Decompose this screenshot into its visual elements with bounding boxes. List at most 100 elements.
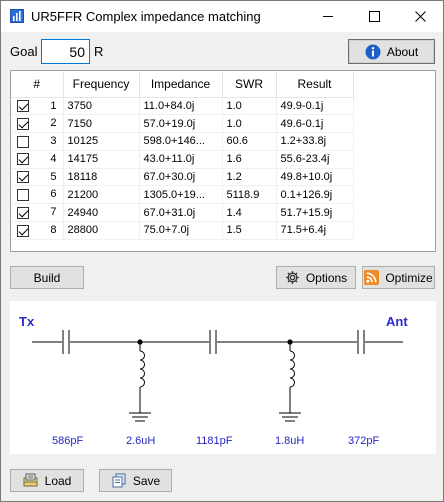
cell-swr[interactable]: 60.6 — [222, 132, 277, 151]
save-button[interactable]: Save — [99, 469, 172, 492]
row-checkbox[interactable] — [17, 188, 29, 201]
row-number: 7 — [50, 206, 57, 219]
goal-input[interactable] — [41, 39, 90, 64]
window-title: UR5FFR Complex impedance matching — [31, 9, 261, 24]
cell-impedance[interactable]: 43.0+11.0j — [139, 150, 223, 169]
cell-frequency[interactable]: 10125 — [63, 132, 140, 151]
cell-result[interactable]: 49.6-0.1j — [276, 114, 354, 134]
optimize-button[interactable]: Optimize — [362, 266, 435, 289]
cell-impedance[interactable]: 57.0+19.0j — [139, 114, 223, 134]
row-checkbox[interactable] — [17, 206, 29, 219]
cell-impedance[interactable]: 11.0+84.0j — [139, 97, 223, 116]
cell-swr[interactable]: 5118.9 — [222, 185, 277, 205]
cell-result[interactable]: 1.2+33.8j — [276, 132, 354, 151]
load-icon — [23, 473, 38, 487]
load-button[interactable]: Load — [10, 469, 84, 492]
row-checkbox-cell: 8 — [11, 221, 64, 240]
optimize-label: Optimize — [385, 270, 433, 285]
table-row[interactable]: 5 18118 67.0+30.0j 1.2 49.8+10.0j — [11, 168, 354, 187]
cell-impedance[interactable]: 75.0+7.0j — [139, 221, 223, 240]
minimize-icon — [322, 16, 333, 17]
cell-result[interactable]: 0.1+126.9j — [276, 185, 354, 205]
cell-swr[interactable]: 1.2 — [222, 168, 277, 187]
title-bar[interactable]: UR5FFR Complex impedance matching — [1, 1, 443, 32]
cell-result[interactable]: 51.7+15.9j — [276, 203, 354, 223]
table-row[interactable]: 7 24940 67.0+31.0j 1.4 51.7+15.9j — [11, 203, 354, 223]
goal-unit-label: R — [94, 44, 104, 59]
column-header-frequency[interactable]: Frequency — [63, 72, 140, 98]
inductor-1-value: 2.6uH — [126, 435, 156, 447]
cell-swr[interactable]: 1.0 — [222, 97, 277, 116]
cell-swr[interactable]: 1.5 — [222, 221, 277, 240]
row-number: 3 — [50, 135, 57, 148]
row-number: 2 — [50, 117, 57, 130]
cell-result[interactable]: 49.9-0.1j — [276, 97, 354, 116]
cell-swr[interactable]: 1.0 — [222, 114, 277, 134]
capacitor-2-value: 1181pF — [196, 435, 233, 447]
close-icon — [414, 11, 426, 22]
column-header-result[interactable]: Result — [276, 72, 354, 98]
cell-frequency[interactable]: 28800 — [63, 221, 140, 240]
row-checkbox-cell: 1 — [11, 97, 64, 116]
cell-frequency[interactable]: 18118 — [63, 168, 140, 187]
cell-impedance[interactable]: 598.0+146... — [139, 132, 223, 151]
column-header-impedance[interactable]: Impedance — [139, 72, 223, 98]
row-checkbox-cell: 6 — [11, 185, 64, 205]
row-checkbox[interactable] — [17, 224, 29, 237]
minimize-button[interactable] — [305, 1, 351, 32]
cell-result[interactable]: 49.8+10.0j — [276, 168, 354, 187]
table-row[interactable]: 8 28800 75.0+7.0j 1.5 71.5+6.4j — [11, 221, 354, 240]
load-label: Load — [44, 473, 72, 488]
table-row[interactable]: 3 10125 598.0+146... 60.6 1.2+33.8j — [11, 132, 354, 151]
cell-swr[interactable]: 1.6 — [222, 150, 277, 169]
circuit-schematic: Tx Ant 586pF 2.6uH 1181pF 1.8uH 372pF — [10, 301, 436, 454]
table-row[interactable]: 4 14175 43.0+11.0j 1.6 55.6-23.4j — [11, 150, 354, 169]
row-number: 8 — [50, 224, 57, 237]
options-label: Options — [305, 270, 348, 285]
row-number: 1 — [50, 99, 57, 112]
results-table: # Frequency Impedance SWR Result 1 3750 11… — [10, 70, 436, 252]
gear-icon — [285, 271, 299, 284]
cell-impedance[interactable]: 67.0+31.0j — [139, 203, 223, 223]
save-icon — [112, 473, 126, 488]
ant-label: Ant — [386, 314, 408, 329]
column-header-num[interactable]: # — [11, 72, 64, 98]
row-checkbox[interactable] — [17, 99, 29, 112]
capacitor-3-value: 372pF — [348, 435, 380, 447]
cell-result[interactable]: 71.5+6.4j — [276, 221, 354, 240]
cell-frequency[interactable]: 24940 — [63, 203, 140, 223]
cell-swr[interactable]: 1.4 — [222, 203, 277, 223]
table-row[interactable]: 2 7150 57.0+19.0j 1.0 49.6-0.1j — [11, 114, 354, 134]
cell-frequency[interactable]: 3750 — [63, 97, 140, 116]
cell-impedance[interactable]: 67.0+30.0j — [139, 168, 223, 187]
tx-label: Tx — [19, 314, 35, 329]
row-checkbox[interactable] — [17, 117, 29, 130]
maximize-button[interactable] — [351, 1, 397, 32]
about-label: About — [386, 44, 419, 59]
main-window: UR5FFR Complex impedance matching Goal R… — [0, 0, 444, 502]
cell-frequency[interactable]: 21200 — [63, 185, 140, 205]
build-label: Build — [33, 270, 61, 285]
app-icon — [10, 9, 24, 23]
about-button[interactable]: About — [348, 39, 435, 64]
row-checkbox-cell: 4 — [11, 150, 64, 169]
row-checkbox-cell: 2 — [11, 114, 64, 134]
row-checkbox[interactable] — [17, 171, 29, 184]
row-checkbox-cell: 5 — [11, 168, 64, 187]
build-button[interactable]: Build — [10, 266, 84, 289]
table-row[interactable]: 1 3750 11.0+84.0j 1.0 49.9-0.1j — [11, 97, 354, 116]
inductor-2-value: 1.8uH — [275, 435, 305, 447]
options-button[interactable]: Options — [276, 266, 356, 289]
close-button[interactable] — [397, 1, 443, 32]
cell-frequency[interactable]: 7150 — [63, 114, 140, 134]
goal-label: Goal — [10, 44, 38, 59]
cell-result[interactable]: 55.6-23.4j — [276, 150, 354, 169]
row-checkbox-cell: 3 — [11, 132, 64, 151]
table-row[interactable]: 6 21200 1305.0+19... 5118.9 0.1+126.9j — [11, 185, 354, 205]
column-header-swr[interactable]: SWR — [222, 72, 277, 98]
capacitor-1-value: 586pF — [52, 435, 84, 447]
cell-impedance[interactable]: 1305.0+19... — [139, 185, 223, 205]
row-checkbox[interactable] — [17, 135, 29, 148]
row-checkbox[interactable] — [17, 153, 29, 166]
cell-frequency[interactable]: 14175 — [63, 150, 140, 169]
